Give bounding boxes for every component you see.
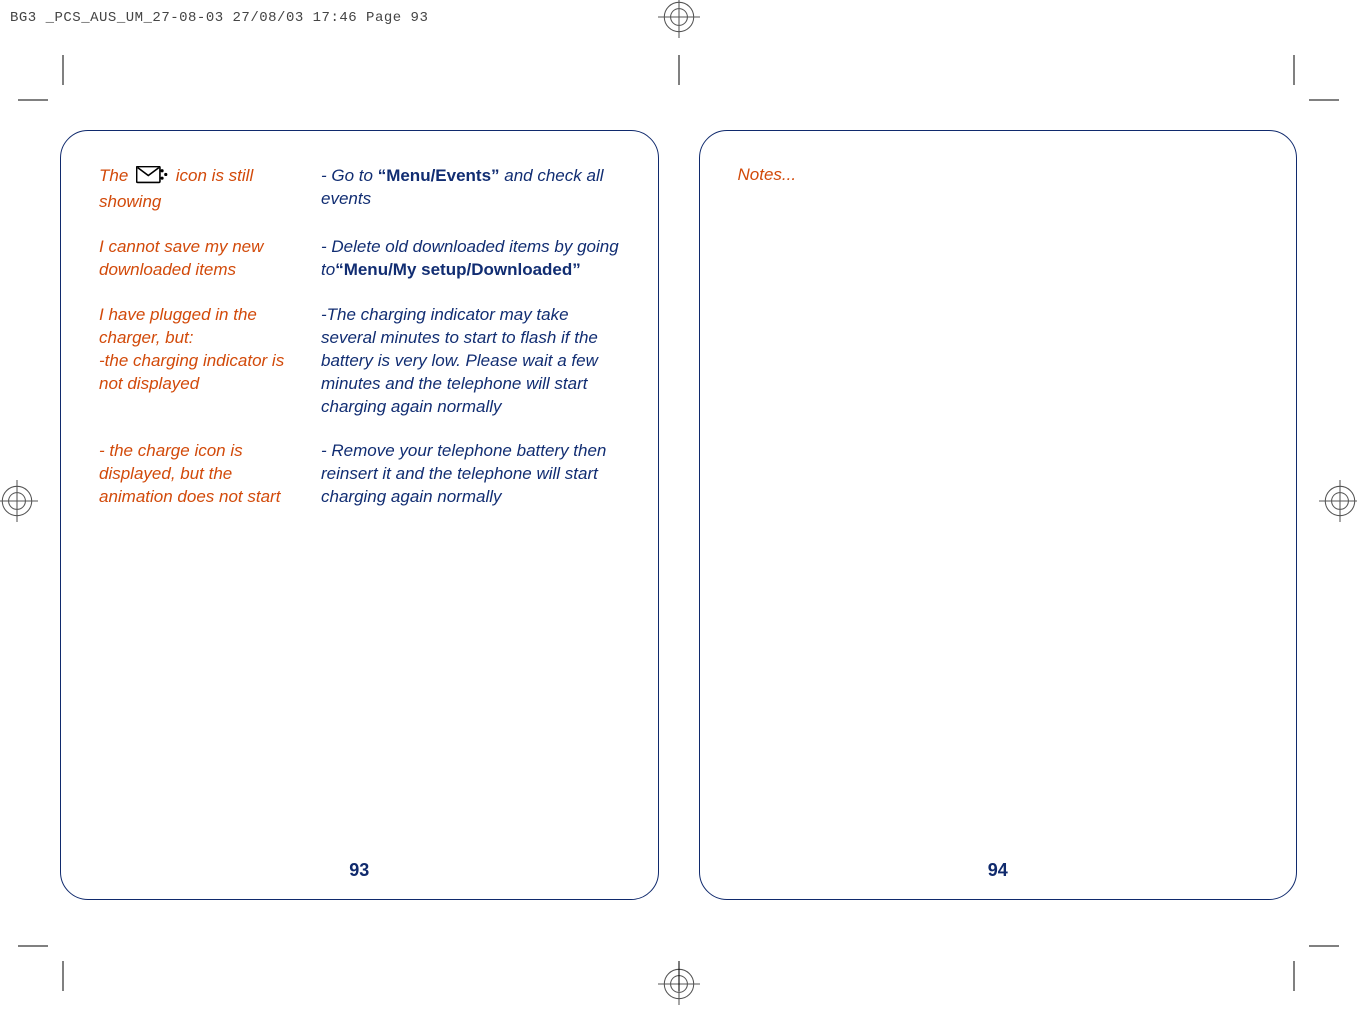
problem-pre: The: [99, 166, 133, 185]
page-left-frame: The icon is still showing - Go to “Me: [60, 130, 659, 900]
registration-mark-bottom: [658, 963, 700, 1005]
message-envelope-icon: [136, 166, 168, 191]
notes-heading: Notes...: [738, 165, 1259, 185]
crop-mark-bottom-right: [1279, 931, 1339, 991]
crop-mark-bottom-left: [18, 931, 78, 991]
page-right: Notes... 94: [699, 130, 1298, 921]
pdf-job-header: BG3 _PCS_AUS_UM_27-08-03 27/08/03 17:46 …: [10, 10, 428, 26]
page-number-left: 93: [349, 860, 369, 881]
solution-bold: “Menu/My setup/Downloaded”: [335, 260, 581, 279]
solution-text: -The charging indicator may take several…: [321, 304, 620, 419]
problem-text: I have plugged in the charger, but: -the…: [99, 304, 299, 419]
solution-bold: “Menu/Events”: [378, 166, 500, 185]
solution-text: - Go to “Menu/Events” and check all even…: [321, 165, 620, 214]
registration-mark-left: [0, 480, 38, 522]
crop-mark-top-center: [649, 55, 709, 115]
problem-text: The icon is still showing: [99, 165, 299, 214]
crop-mark-top-right: [1279, 55, 1339, 115]
crop-mark-top-left: [18, 55, 78, 115]
registration-mark-right: [1319, 480, 1357, 522]
problem-text: I cannot save my new downloaded items: [99, 236, 299, 282]
solution-text: - Remove your telephone battery then rei…: [321, 440, 620, 509]
page-number-right: 94: [988, 860, 1008, 881]
page-right-frame: Notes... 94: [699, 130, 1298, 900]
troubleshooting-grid: The icon is still showing - Go to “Me: [99, 165, 620, 509]
registration-mark-top: [658, 0, 700, 38]
spread-container: The icon is still showing - Go to “Me: [60, 130, 1297, 921]
page-left: The icon is still showing - Go to “Me: [60, 130, 659, 921]
problem-text: - the charge icon is displayed, but the …: [99, 440, 299, 509]
solution-text: - Delete old downloaded items by going t…: [321, 236, 620, 282]
